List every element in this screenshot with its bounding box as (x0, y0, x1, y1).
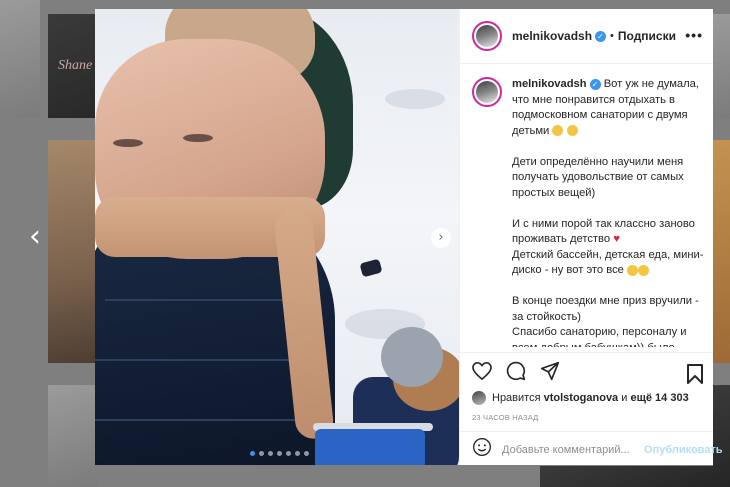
heart-emoji-icon: ♥ (613, 233, 620, 245)
emoji-icon (552, 125, 564, 137)
more-icon[interactable]: ••• (685, 27, 703, 43)
comment-form: Опубликовать (460, 431, 723, 467)
emoji-icon (638, 264, 649, 276)
post-caption: melnikovadsh ✓ Вот уж не думала, что мне … (472, 77, 708, 347)
separator: • (610, 30, 614, 42)
previous-post-arrow-icon[interactable]: ‹ (24, 222, 46, 252)
caption-author-link[interactable]: melnikovadsh (512, 78, 587, 90)
bg-post-thumbnail[interactable] (713, 385, 730, 487)
emoji-icon (627, 264, 638, 276)
bg-post-thumbnail[interactable] (540, 466, 715, 487)
carousel-dot (304, 451, 309, 456)
photo-detail (315, 429, 425, 465)
likes-prefix: Нравится (492, 392, 541, 404)
username-link[interactable]: melnikovadsh (512, 29, 592, 43)
post-side-panel: melnikovadsh ✓ • Подписки ••• melnikovad… (459, 9, 723, 465)
follow-button[interactable]: Подписки (618, 29, 676, 43)
likes-conjunction: и (621, 392, 628, 404)
liker-username-link[interactable]: vtolstoganova (544, 392, 619, 404)
carousel-dot (277, 451, 282, 456)
caption-paragraph: Дети определённо научили меня получать у… (512, 155, 684, 199)
comment-input[interactable] (502, 443, 644, 456)
bg-post-thumbnail[interactable] (48, 385, 98, 487)
caption-paragraph: И с ними порой так классно заново прожив… (512, 217, 695, 246)
carousel-next-icon[interactable]: › (431, 228, 451, 248)
caption-paragraph: В конце поездки мне приз вручили - за ст… (512, 295, 699, 323)
photo-detail (385, 89, 445, 109)
post-footer: Нравится vtolstoganova и ещё 14 303 23 Ч… (460, 352, 723, 456)
liker-avatar[interactable] (472, 391, 486, 405)
verified-icon: ✓ (595, 30, 607, 42)
publish-button[interactable]: Опубликовать (644, 444, 723, 456)
bg-post-thumbnail[interactable] (713, 14, 730, 119)
bg-post-thumbnail[interactable] (0, 0, 40, 118)
post-media[interactable]: › (95, 9, 459, 465)
emoji-icon[interactable] (472, 437, 492, 462)
post-modal: › melnikovadsh ✓ • Подписки ••• melnikov… (95, 9, 723, 465)
likes-count-link[interactable]: ещё 14 303 (630, 392, 688, 404)
share-icon[interactable] (540, 361, 560, 381)
comment-icon[interactable] (506, 361, 526, 381)
post-timestamp[interactable]: 23 ЧАСОВ НАЗАД (460, 407, 713, 422)
bookmark-icon[interactable] (687, 364, 703, 384)
avatar[interactable] (472, 21, 502, 51)
action-bar (460, 353, 713, 389)
caption-text: melnikovadsh ✓ Вот уж не думала, что мне … (512, 77, 706, 347)
carousel-dot (259, 451, 264, 456)
carousel-dot (286, 451, 291, 456)
avatar[interactable] (472, 77, 502, 107)
carousel-dot (250, 451, 255, 456)
bg-post-thumbnail[interactable] (713, 140, 730, 363)
emoji-icon (566, 125, 578, 137)
bg-brand-text: Shane (58, 58, 93, 73)
caption-paragraph: Спасибо санаторию, персоналу и всем добр… (512, 326, 687, 347)
caption-paragraph: Детский бассейн, детская еда, мини-диско… (512, 248, 704, 277)
post-header: melnikovadsh ✓ • Подписки ••• (460, 9, 713, 64)
likes-summary: Нравится vtolstoganova и ещё 14 303 (460, 389, 713, 407)
heart-icon[interactable] (472, 362, 492, 380)
verified-icon: ✓ (589, 78, 601, 90)
carousel-dots (250, 451, 309, 456)
bg-post-thumbnail[interactable] (48, 140, 98, 363)
carousel-dot (268, 451, 273, 456)
carousel-dot (295, 451, 300, 456)
